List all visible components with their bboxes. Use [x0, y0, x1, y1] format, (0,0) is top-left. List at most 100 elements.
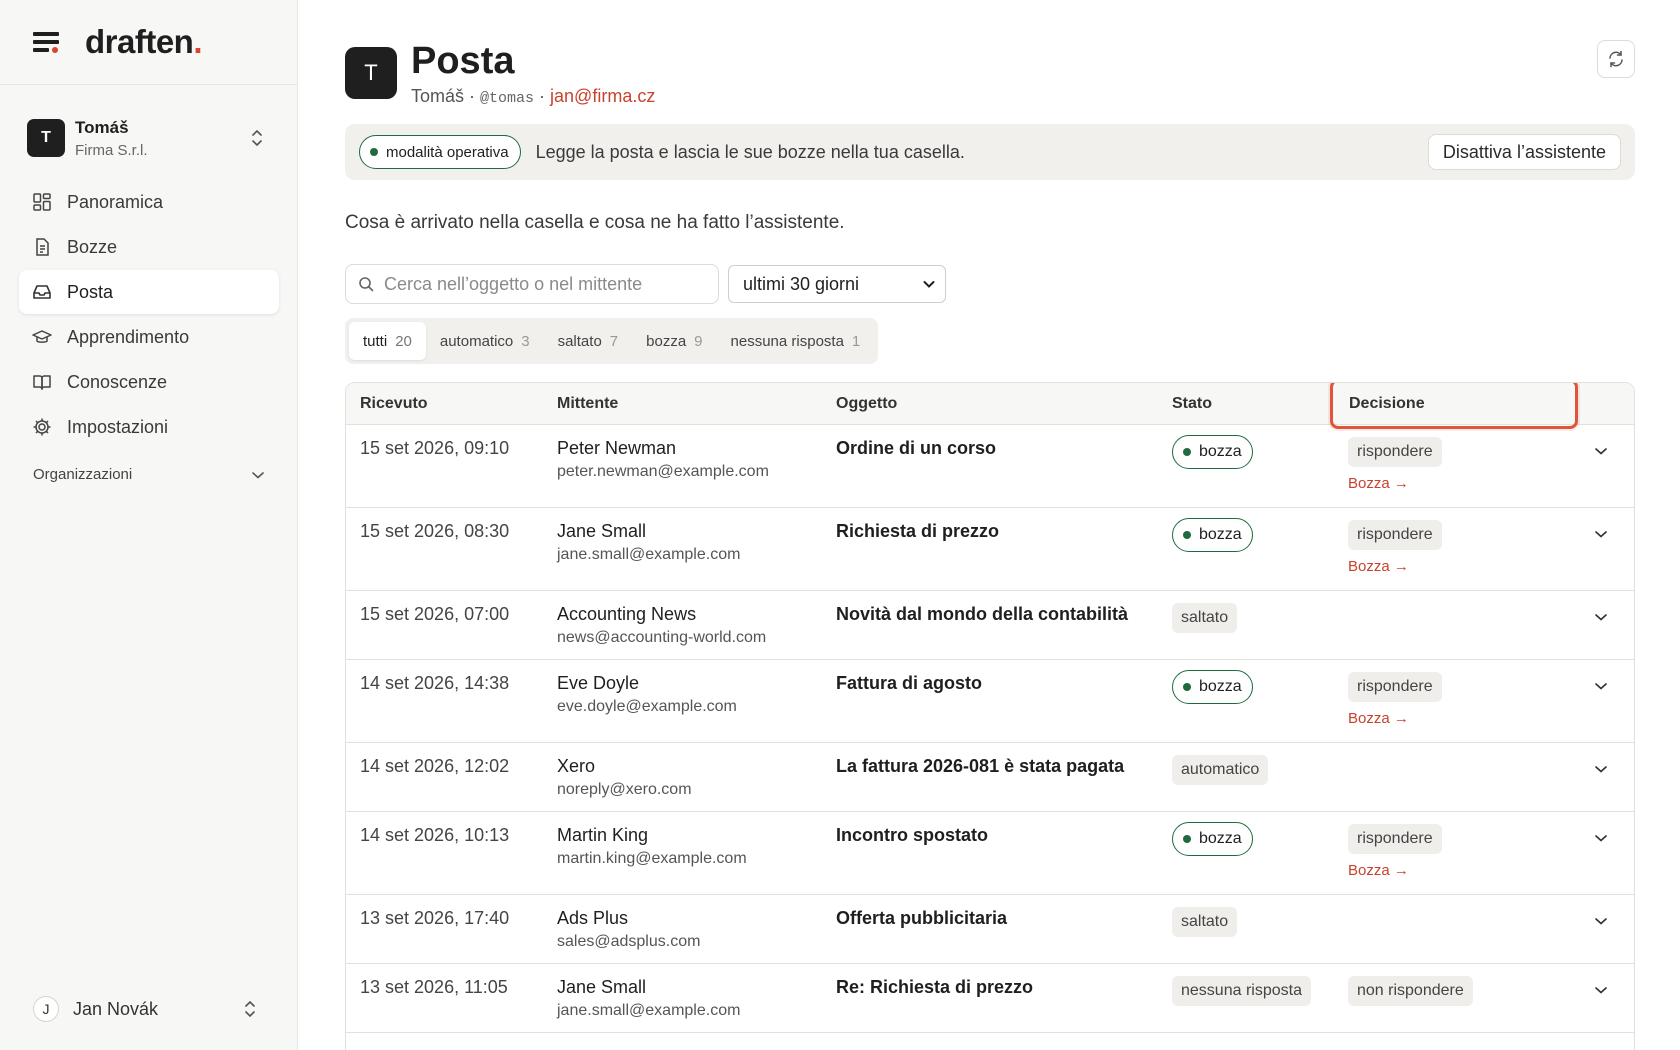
expand-row-button[interactable] — [1594, 443, 1608, 461]
status-badge: saltato — [1172, 603, 1238, 633]
tab-nessuna-risposta[interactable]: nessuna risposta 1 — [717, 322, 875, 360]
table-row[interactable]: 14 set 2026, 14:38 Eve Doyle eve.doyle@exa… — [346, 660, 1634, 743]
decision-badge: non rispondere — [1348, 976, 1473, 1006]
sender-email: news@accounting-world.com — [557, 629, 767, 646]
organizations-section-toggle[interactable]: Organizzazioni — [33, 466, 265, 483]
table-row[interactable]: 14 set 2026, 10:13 Martin King martin.king… — [346, 812, 1634, 895]
assistant-banner: modalità operativa Legge la posta e lasc… — [345, 124, 1635, 180]
open-draft-link[interactable]: Bozza → — [1348, 475, 1409, 492]
tab-count: 20 — [395, 332, 412, 350]
table-row[interactable]: 15 set 2026, 09:10 Peter Newman peter.newm… — [346, 425, 1634, 508]
column-header-received[interactable]: Ricevuto — [360, 395, 428, 413]
period-selected: ultimi 30 giorni — [743, 273, 860, 294]
sender-name: Jane Small — [557, 977, 647, 997]
table-row[interactable]: 15 set 2026, 08:30 Jane Small jane.small@e… — [346, 508, 1634, 591]
sidebar-item-bozze[interactable]: Bozze — [19, 225, 279, 269]
expand-row-button[interactable] — [1594, 830, 1608, 848]
user-menu[interactable]: J Jan Novák — [33, 994, 265, 1024]
expand-row-button[interactable] — [1594, 678, 1608, 696]
received-date: 15 set 2026, 08:30 — [360, 521, 510, 541]
expand-row-button[interactable] — [1594, 526, 1608, 544]
expand-row-button[interactable] — [1594, 609, 1608, 627]
open-draft-link[interactable]: Bozza → — [1348, 862, 1409, 879]
sender-name: Xero — [557, 756, 596, 776]
tab-label: bozza — [646, 332, 687, 350]
subject[interactable]: Offerta pubblicitaria — [836, 908, 1007, 929]
graduation-cap-icon — [32, 330, 52, 343]
subject[interactable]: Novità dal mondo della contabilità — [836, 604, 1128, 625]
search-input[interactable] — [384, 273, 704, 295]
tab-automatico[interactable]: automatico 3 — [426, 322, 544, 360]
received-date: 14 set 2026, 10:13 — [360, 825, 510, 845]
status-label: bozza — [1199, 830, 1242, 847]
chevron-down-icon — [1595, 614, 1607, 621]
status-label: bozza — [1199, 526, 1242, 543]
tab-bozza[interactable]: bozza 9 — [632, 322, 716, 360]
table-row[interactable]: 13 set 2026, 17:40 Ads Plus sales@adsplus.… — [346, 895, 1634, 964]
refresh-icon — [1609, 50, 1623, 68]
sidebar-item-panoramica[interactable]: Panoramica — [19, 180, 279, 224]
decision-badge: rispondere — [1348, 437, 1442, 467]
table-header: Ricevuto Mittente Oggetto Stato Decision… — [346, 383, 1634, 429]
tab-saltato[interactable]: saltato 7 — [544, 322, 633, 360]
subject[interactable]: Ordine di un corso — [836, 438, 996, 459]
status-label: bozza — [1199, 443, 1242, 460]
chevron-updown-icon — [252, 130, 262, 146]
tab-label: tutti — [363, 332, 388, 350]
subject[interactable]: Richiesta di prezzo — [836, 521, 999, 542]
sidebar-item-apprendimento[interactable]: Apprendimento — [19, 315, 279, 359]
subject[interactable]: Re: Richiesta di prezzo — [836, 977, 1033, 998]
deactivate-assistant-button[interactable]: Disattiva l’assistente — [1427, 134, 1621, 170]
search-box — [345, 264, 719, 304]
column-header-sender[interactable]: Mittente — [557, 395, 618, 413]
sender-name: Jane Small — [557, 521, 647, 541]
workspace-org: Firma S.r.l. — [75, 141, 148, 159]
sidebar-item-label: Apprendimento — [67, 326, 190, 347]
tab-label: saltato — [557, 332, 602, 350]
table-row[interactable]: 15 set 2026, 07:00 Accounting News news@ac… — [346, 591, 1634, 660]
refresh-button[interactable] — [1597, 40, 1635, 78]
tab-tutti[interactable]: tutti 20 — [349, 322, 426, 360]
column-header-status[interactable]: Stato — [1172, 395, 1212, 413]
subject[interactable]: Fattura di agosto — [836, 673, 982, 694]
logo[interactable]: draften. — [85, 23, 202, 61]
account-email[interactable]: jan@firma.cz — [550, 86, 655, 106]
banner-text: Legge la posta e lascia le sue bozze nel… — [535, 141, 965, 162]
table-row[interactable]: 13 set 2026, 11:05 Jane Small jane.small@e… — [346, 964, 1634, 1033]
status-label: saltato — [1181, 609, 1229, 626]
chevron-down-icon — [923, 281, 935, 288]
workspace-name: Tomáš — [75, 117, 129, 137]
open-draft-link[interactable]: Bozza → — [1348, 558, 1409, 575]
sidebar-item-impostazioni[interactable]: Impostazioni — [19, 405, 279, 449]
tab-count: 9 — [694, 332, 703, 350]
workspace-switcher[interactable]: T Tomáš Firma S.r.l. — [27, 116, 272, 160]
status-badge: bozza — [1172, 822, 1253, 856]
expand-row-button[interactable] — [1594, 913, 1608, 931]
open-draft-link[interactable]: Bozza → — [1348, 710, 1409, 727]
brand-bar: draften. — [0, 0, 297, 85]
menu-icon[interactable] — [33, 32, 59, 53]
table-row[interactable]: 14 set 2026, 12:02 Xero noreply@xero.com La… — [346, 743, 1634, 812]
chevron-down-icon — [1595, 987, 1607, 994]
subject[interactable]: Incontro spostato — [836, 825, 988, 846]
status-dot — [1183, 531, 1191, 539]
tab-count: 3 — [521, 332, 530, 350]
sidebar: draften. T Tomáš Firma S.r.l. Panoramica… — [0, 0, 298, 1050]
sender-email: eve.doyle@example.com — [557, 698, 737, 715]
sidebar-item-conoscenze[interactable]: Conoscenze — [19, 360, 279, 404]
main-content: T Posta Tomáš · @tomas · jan@firma.cz mo… — [345, 0, 1635, 1050]
tab-count: 7 — [609, 332, 619, 350]
period-select[interactable]: ultimi 30 giorni — [728, 265, 946, 303]
chevron-down-icon — [1595, 448, 1607, 455]
column-header-subject[interactable]: Oggetto — [836, 395, 897, 413]
subject[interactable]: La fattura 2026-081 è stata pagata — [836, 756, 1124, 777]
status-label: bozza — [1199, 678, 1242, 695]
expand-row-button[interactable] — [1594, 982, 1608, 1000]
expand-row-button[interactable] — [1594, 761, 1608, 779]
avatar: T — [345, 47, 397, 99]
column-header-decision-highlight[interactable]: Decisione — [1330, 383, 1578, 429]
sidebar-item-posta[interactable]: Posta — [19, 270, 279, 314]
status-badge: bozza — [1172, 435, 1253, 469]
received-date: 14 set 2026, 12:02 — [360, 756, 510, 776]
sender-email: martin.king@example.com — [557, 850, 747, 867]
